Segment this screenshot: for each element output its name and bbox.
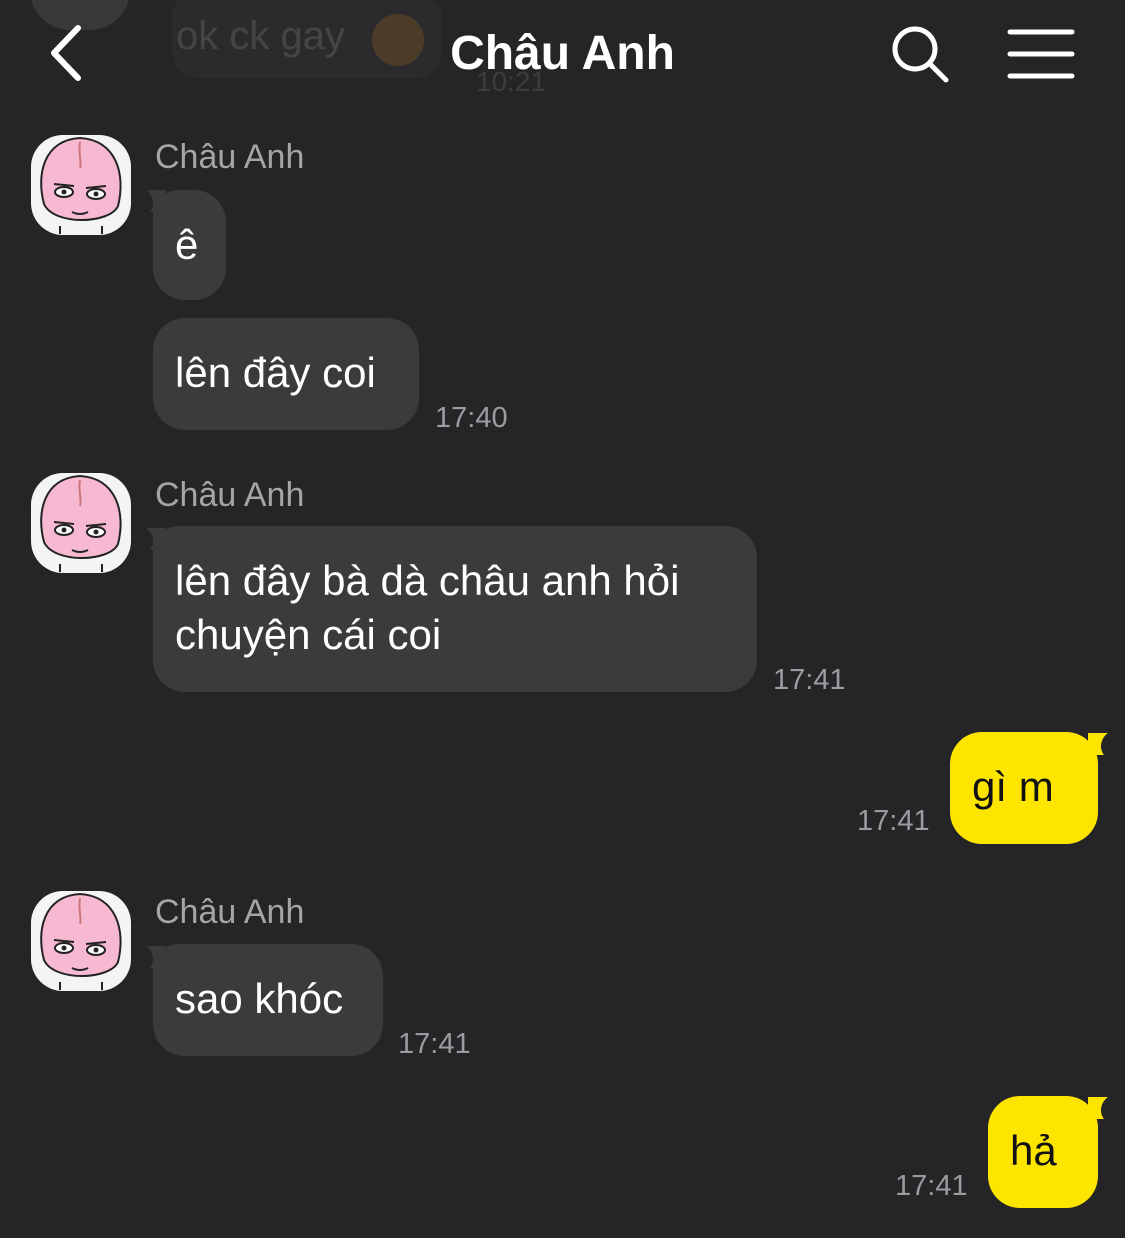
avatar[interactable]	[30, 134, 132, 236]
message-bubble-outgoing[interactable]: hả	[988, 1096, 1098, 1208]
message-text: lên đây coi	[175, 349, 376, 396]
message-text: gì m	[972, 763, 1054, 810]
chat-header: Châu Anh	[0, 0, 1125, 110]
avatar-sticker-icon	[31, 135, 131, 235]
message-bubble[interactable]: ê	[153, 190, 226, 300]
message-bubble[interactable]: lên đây bà dà châu anh hỏi chuyện cái co…	[153, 526, 757, 692]
message-text: sao khóc	[175, 975, 344, 1022]
sender-name: Châu Anh	[155, 476, 305, 514]
message-text: hả	[1010, 1127, 1057, 1174]
bubble-tail	[1088, 733, 1108, 755]
sender-name: Châu Anh	[155, 138, 305, 176]
message-time: 17:41	[773, 664, 846, 696]
message-time: 17:41	[398, 1028, 471, 1060]
sender-name: Châu Anh	[155, 893, 305, 931]
message-time: 17:41	[895, 1170, 968, 1202]
message-time: 17:40	[435, 402, 508, 434]
bubble-tail	[1088, 1097, 1108, 1119]
avatar[interactable]	[30, 472, 132, 574]
message-time: 17:41	[857, 805, 930, 837]
message-text: ê	[175, 221, 199, 268]
message-bubble[interactable]: sao khóc	[153, 944, 383, 1056]
menu-icon	[1007, 29, 1075, 79]
message-bubble-outgoing[interactable]: gì m	[950, 732, 1098, 844]
avatar[interactable]	[30, 890, 132, 992]
message-text-line: chuyện cái coi	[175, 611, 442, 658]
avatar-sticker-icon	[31, 891, 131, 991]
search-icon	[892, 26, 949, 83]
message-text-line: lên đây bà dà châu anh hỏi	[175, 557, 680, 604]
chat-title: Châu Anh	[450, 27, 675, 80]
back-button[interactable]	[40, 20, 96, 86]
menu-button[interactable]	[1006, 26, 1076, 82]
message-bubble[interactable]: lên đây coi	[153, 318, 419, 430]
search-button[interactable]	[888, 22, 952, 86]
avatar-sticker-icon	[31, 473, 131, 573]
back-arrow-icon	[51, 25, 81, 81]
